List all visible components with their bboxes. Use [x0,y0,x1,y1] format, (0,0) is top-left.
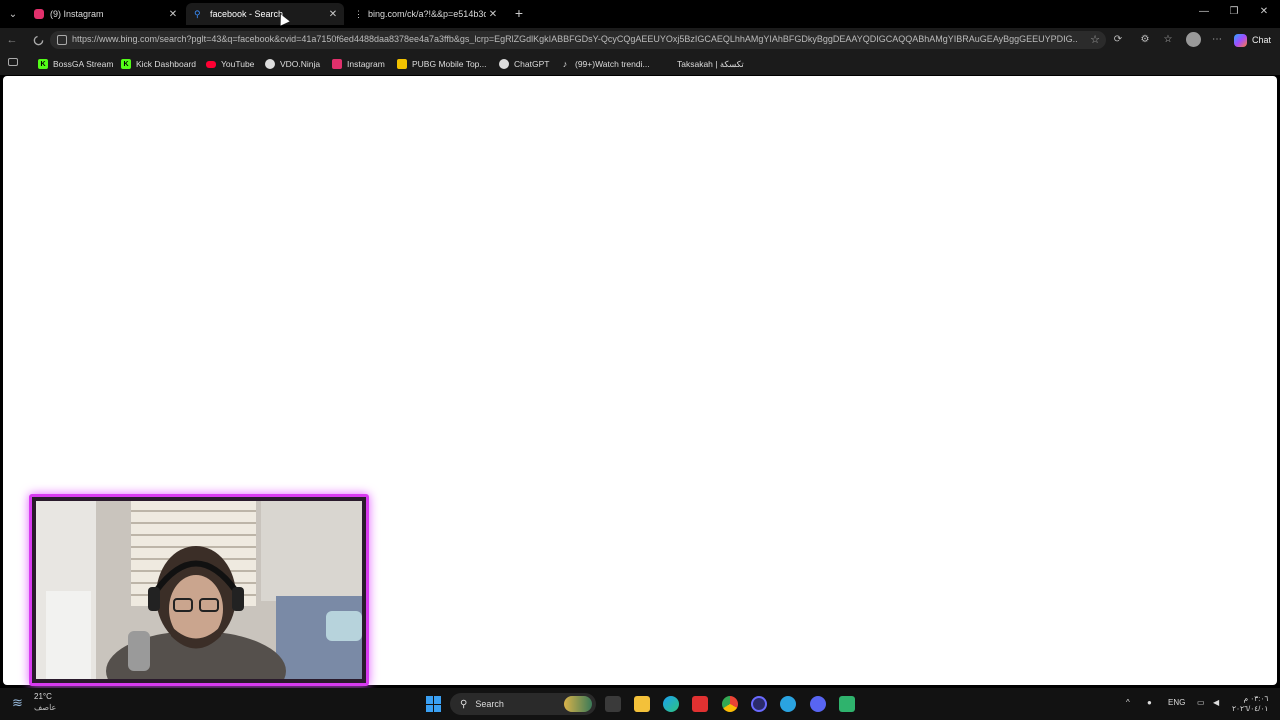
bookmark-label: Instagram [347,59,385,69]
search-icon: ⚲ [194,9,201,19]
weather-temp: 21°C [34,692,52,701]
chrome-icon[interactable] [722,696,738,712]
bookmark-bossga-stream[interactable]: K BossGA Stream [38,58,113,70]
tab-facebook-search[interactable]: ⚲ facebook - Search ✕ [186,3,344,25]
bookmark-label: (99+)Watch trendi... [575,59,650,69]
window-close-icon[interactable]: ✕ [1256,6,1272,17]
microphone-icon[interactable]: ● [1147,698,1152,707]
bookmark-label: YouTube [221,59,255,69]
loading-spinner-icon[interactable] [30,32,46,48]
clock-date: ٢٠٢٦/٠٤/٠١ [1232,704,1269,713]
bookmark-tiktok[interactable]: ♪ (99+)Watch trendi... [560,58,650,70]
tab-instagram[interactable]: (9) Instagram ✕ [26,3,184,25]
bookmark-kick-dashboard[interactable]: K Kick Dashboard [121,58,196,70]
file-explorer-icon[interactable] [634,696,650,712]
chat-button[interactable]: Chat [1234,33,1271,47]
red-app-icon[interactable] [692,696,708,712]
green-app-icon[interactable] [839,696,855,712]
kick-icon: K [38,59,48,69]
favorite-star-icon[interactable]: ☆ [1090,33,1100,46]
tab-label: bing.com/ck/a?!&&p=e514b3d6c... [368,9,486,19]
taskbar-search-label: Search [475,699,504,709]
bookmark-vdo-ninja[interactable]: VDO.Ninja [265,58,320,70]
bookmark-label: ChatGPT [514,59,550,69]
tiktok-icon: ♪ [562,59,568,69]
screen: ⌄ (9) Instagram ✕ ⚲ facebook - Search ✕ … [0,0,1280,720]
more-vert-icon: ⋮ [354,9,363,19]
instagram-icon [332,59,342,69]
pubg-icon [397,59,407,69]
taskbar-search-box[interactable]: ⚲ Search [450,693,596,715]
language-indicator[interactable]: ENG [1168,698,1185,707]
bookmark-chatgpt[interactable]: ChatGPT [499,58,549,70]
clock[interactable]: ٠٣:٠٦ م ٢٠٢٦/٠٤/٠١ [1232,694,1268,714]
webcam-overlay [29,494,369,686]
bookmark-label: Kick Dashboard [136,59,197,69]
close-icon[interactable]: ✕ [486,9,500,20]
tab-actions-chevron-icon[interactable]: ⌄ [4,5,22,23]
url-text: https://www.bing.com/search?pglt=43&q=fa… [72,34,1077,44]
bookmark-label: Taksakah | تكسكة [677,58,744,69]
new-tab-plus-icon[interactable]: + [511,5,527,21]
chat-label: Chat [1252,35,1272,45]
search-icon: ⚲ [460,698,468,710]
search-highlight-image [564,696,592,712]
network-icon[interactable]: ▭ [1197,698,1205,707]
close-icon[interactable]: ✕ [166,9,180,20]
favorites-icon[interactable]: ☆ [1161,33,1175,47]
youtube-icon [206,60,216,68]
back-arrow-icon[interactable]: ← [4,32,20,48]
taskbar: ≋ 21°C عاصف ⚲ Search ^ ● ENG ▭ ◀ ٠٣:٠٦ م… [0,688,1280,720]
circle-app-icon[interactable] [751,696,767,712]
tab-label: (9) Instagram [50,9,104,19]
vdo-ninja-icon [265,59,275,69]
extensions-icon[interactable]: ⚙ [1138,33,1152,47]
address-bar[interactable]: https://www.bing.com/search?pglt=43&q=fa… [50,31,1106,49]
webcam-image [36,501,362,679]
discord-icon[interactable] [810,696,826,712]
site-info-icon[interactable] [57,35,67,45]
show-hidden-icons-chevron-icon[interactable]: ^ [1126,698,1130,707]
close-icon[interactable]: ✕ [326,9,340,20]
refresh-extension-icon[interactable]: ⟳ [1111,33,1125,47]
profile-avatar[interactable] [1186,32,1201,47]
task-view-icon[interactable] [605,696,621,712]
bookmark-instagram[interactable]: Instagram [332,58,385,70]
bookmark-taksakah[interactable]: Taksakah | تكسكة [662,58,744,70]
navigation-bar: ← https://www.bing.com/search?pglt=43&q=… [0,28,1280,52]
spinner-svg [33,35,43,45]
tab-bing-redirect[interactable]: ⋮ bing.com/ck/a?!&&p=e514b3d6c... ✕ [346,3,504,25]
tab-bar: ⌄ (9) Instagram ✕ ⚲ facebook - Search ✕ … [0,0,1280,28]
telegram-icon[interactable] [780,696,796,712]
bookmark-pubg-mobile[interactable]: PUBG Mobile Top... [397,58,487,70]
tab-label: facebook - Search [210,9,284,19]
copilot-icon [1234,33,1247,47]
bookmark-label: BossGA Stream [53,59,114,69]
minimize-icon[interactable]: — [1196,6,1212,17]
more-options-icon[interactable]: ⋯ [1210,33,1224,47]
windows-start-icon[interactable] [426,696,442,712]
blank-icon [662,59,672,69]
restore-icon[interactable]: ❐ [1226,6,1242,17]
instagram-icon [34,9,44,19]
bookmarks-bar: K BossGA Stream K Kick Dashboard YouTube… [0,52,1280,75]
sidebar-toggle-icon[interactable] [8,58,18,66]
windy-weather-icon: ≋ [12,695,23,710]
weather-condition: عاصف [34,703,57,712]
clock-time: ٠٣:٠٦ م [1243,694,1269,703]
chatgpt-icon [499,59,509,69]
bookmark-youtube[interactable]: YouTube [206,58,254,70]
bookmark-label: VDO.Ninja [280,59,321,69]
bookmark-label: PUBG Mobile Top... [412,59,487,69]
weather-widget[interactable]: ≋ 21°C عاصف [12,692,56,714]
kick-icon: K [121,59,131,69]
edge-browser-icon[interactable] [663,696,679,712]
volume-icon[interactable]: ◀ [1213,698,1219,707]
